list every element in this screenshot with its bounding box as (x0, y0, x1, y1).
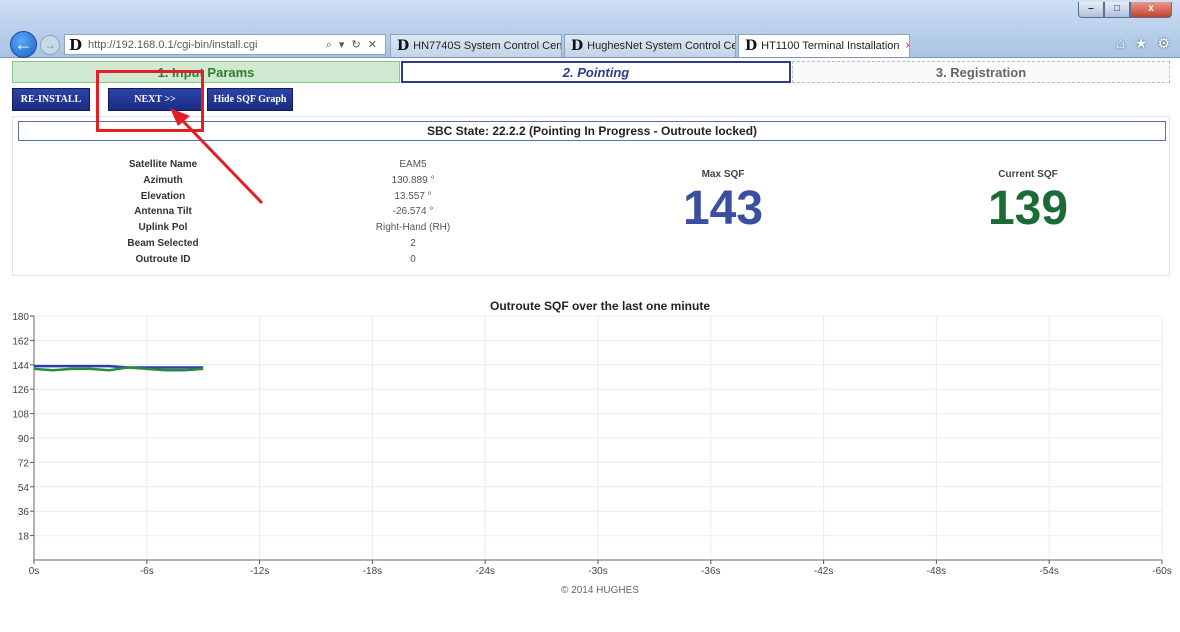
y-tick-label: 90 (18, 434, 30, 445)
y-tick-label: 180 (12, 312, 29, 323)
y-tick-label: 126 (12, 385, 29, 396)
footer-copyright: © 2014 HUGHES (561, 585, 639, 596)
x-tick-label: 0s (29, 566, 40, 577)
y-tick-label: 108 (12, 410, 29, 421)
x-tick-label: -24s (475, 566, 494, 577)
x-tick-label: -48s (927, 566, 946, 577)
x-tick-label: -12s (250, 566, 269, 577)
x-tick-label: -42s (814, 566, 833, 577)
y-tick-label: 54 (18, 483, 30, 494)
x-tick-label: -60s (1152, 566, 1171, 577)
x-tick-label: -36s (701, 566, 720, 577)
x-tick-label: -18s (363, 566, 382, 577)
x-tick-label: -30s (588, 566, 607, 577)
y-tick-label: 18 (18, 532, 30, 543)
x-tick-label: -6s (140, 566, 154, 577)
sqf-line-chart: 180 162 144 126 108 90 72 54 36 18 0s -6s -12s -18s -2… (12, 312, 1171, 577)
y-tick-label: 36 (18, 507, 30, 518)
y-tick-label: 162 (12, 336, 29, 347)
y-tick-label: 72 (18, 458, 30, 469)
x-tick-label: -54s (1039, 566, 1058, 577)
series-line-1 (34, 364, 204, 369)
y-tick-label: 144 (12, 361, 29, 372)
